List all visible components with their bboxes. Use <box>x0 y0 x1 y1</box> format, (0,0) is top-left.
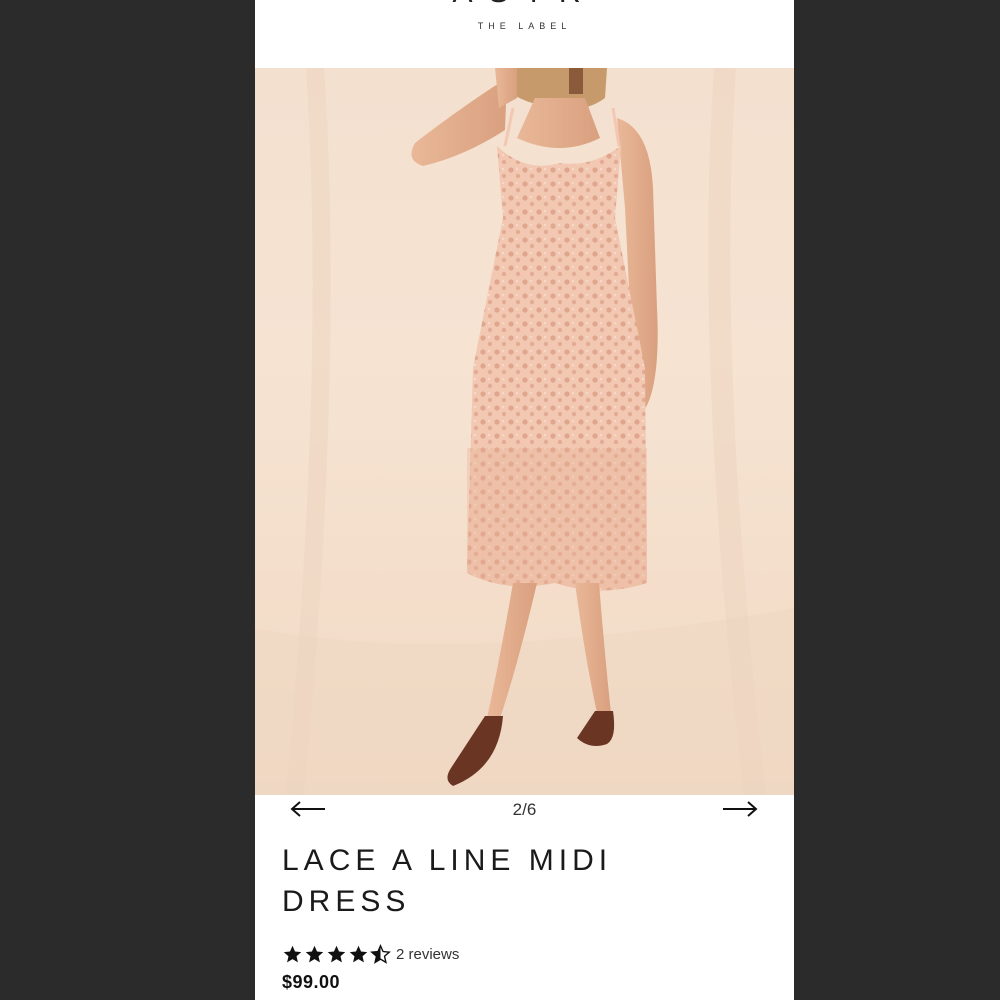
star-full-icon <box>349 945 368 962</box>
brand-logo[interactable]: ASTR <box>255 0 794 8</box>
product-photo-illustration <box>255 68 794 795</box>
product-rating[interactable]: 2 reviews <box>282 940 459 968</box>
product-title-line1: LACE A LINE MIDI <box>282 844 613 877</box>
star-full-icon <box>283 945 302 962</box>
star-full-icon <box>305 945 324 962</box>
reviews-link[interactable]: 2 reviews <box>396 946 459 963</box>
rating-stars <box>282 943 392 965</box>
image-counter: 2/6 <box>512 800 537 819</box>
star-half-icon <box>370 943 391 964</box>
phone-screen: ASTR THE LABEL <box>255 0 794 1000</box>
brand-tagline: THE LABEL <box>477 21 572 31</box>
product-title-line2: DRESS <box>282 885 411 918</box>
site-header: ASTR THE LABEL <box>255 0 794 68</box>
gallery-navigation: 2/6 <box>255 795 794 825</box>
product-price: $99.00 <box>282 972 341 992</box>
arrow-right-icon[interactable] <box>720 797 760 821</box>
product-title: LACE A LINE MIDI DRESS <box>282 840 762 922</box>
product-image[interactable] <box>255 68 794 795</box>
star-full-icon <box>327 945 346 962</box>
